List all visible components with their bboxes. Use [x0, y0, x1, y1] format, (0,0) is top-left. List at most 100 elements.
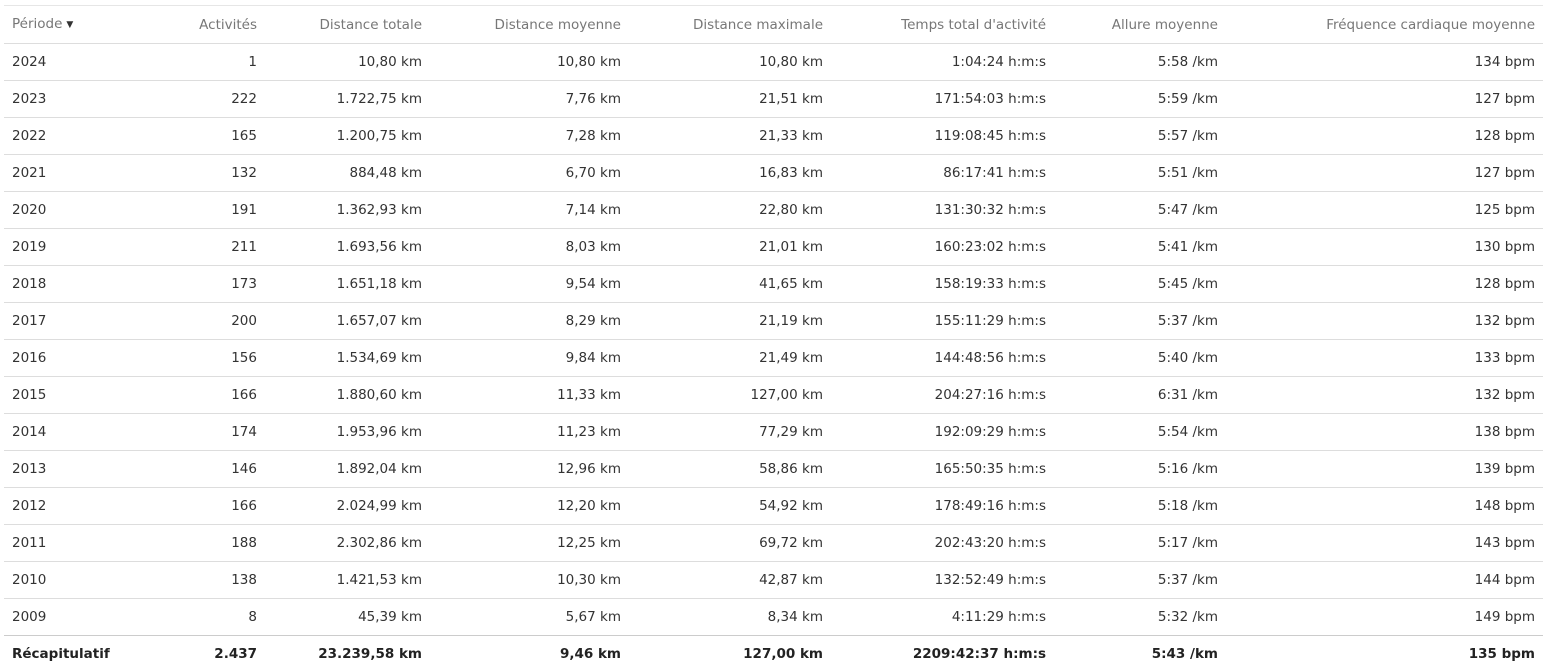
table-cell: 127 bpm: [1226, 81, 1543, 118]
table-cell: 160:23:02 h:m:s: [831, 229, 1054, 266]
table-cell: 11,33 km: [430, 377, 629, 414]
table-cell: 127,00 km: [629, 377, 831, 414]
table-cell: 21,51 km: [629, 81, 831, 118]
table-cell: 191: [149, 192, 265, 229]
table-cell: 200: [149, 303, 265, 340]
table-cell: 8: [149, 599, 265, 636]
column-header-distance-totale[interactable]: Distance totale: [265, 6, 430, 44]
table-cell: 148 bpm: [1226, 488, 1543, 525]
table-cell: 166: [149, 377, 265, 414]
table-cell: 1.892,04 km: [265, 451, 430, 488]
table-cell: 8,03 km: [430, 229, 629, 266]
summary-cell: 2.437: [149, 636, 265, 672]
column-header-periode[interactable]: Période▼: [4, 6, 149, 44]
table-cell: 171:54:03 h:m:s: [831, 81, 1054, 118]
table-row: 20181731.651,18 km9,54 km41,65 km158:19:…: [4, 266, 1543, 303]
column-header-temps-total[interactable]: Temps total d'activité: [831, 6, 1054, 44]
table-cell: 211: [149, 229, 265, 266]
table-row: 20192111.693,56 km8,03 km21,01 km160:23:…: [4, 229, 1543, 266]
table-cell: 5:16 /km: [1054, 451, 1226, 488]
table-cell: 128 bpm: [1226, 118, 1543, 155]
table-cell: 12,25 km: [430, 525, 629, 562]
column-header-frequence-cardiaque[interactable]: Fréquence cardiaque moyenne: [1226, 6, 1543, 44]
table-cell: 5:37 /km: [1054, 562, 1226, 599]
table-cell: 125 bpm: [1226, 192, 1543, 229]
table-cell: 1.534,69 km: [265, 340, 430, 377]
table-cell: 144:48:56 h:m:s: [831, 340, 1054, 377]
table-cell: 1.651,18 km: [265, 266, 430, 303]
table-row: 20121662.024,99 km12,20 km54,92 km178:49…: [4, 488, 1543, 525]
table-cell: 10,30 km: [430, 562, 629, 599]
table-cell: 139 bpm: [1226, 451, 1543, 488]
period-cell: 2014: [4, 414, 149, 451]
table-cell: 1.362,93 km: [265, 192, 430, 229]
table-row: 20131461.892,04 km12,96 km58,86 km165:50…: [4, 451, 1543, 488]
period-cell: 2024: [4, 44, 149, 81]
caret-down-icon[interactable]: ▼: [66, 7, 73, 43]
table-cell: 7,76 km: [430, 81, 629, 118]
table-cell: 132 bpm: [1226, 303, 1543, 340]
period-cell: 2009: [4, 599, 149, 636]
table-cell: 5:32 /km: [1054, 599, 1226, 636]
table-cell: 884,48 km: [265, 155, 430, 192]
table-cell: 1: [149, 44, 265, 81]
table-row: 20221651.200,75 km7,28 km21,33 km119:08:…: [4, 118, 1543, 155]
table-cell: 1.880,60 km: [265, 377, 430, 414]
table-cell: 222: [149, 81, 265, 118]
table-cell: 174: [149, 414, 265, 451]
table-cell: 16,83 km: [629, 155, 831, 192]
table-cell: 5:37 /km: [1054, 303, 1226, 340]
table-cell: 5:17 /km: [1054, 525, 1226, 562]
table-cell: 128 bpm: [1226, 266, 1543, 303]
table-cell: 143 bpm: [1226, 525, 1543, 562]
table-cell: 21,33 km: [629, 118, 831, 155]
table-cell: 10,80 km: [430, 44, 629, 81]
table-cell: 1.722,75 km: [265, 81, 430, 118]
table-row: 20232221.722,75 km7,76 km21,51 km171:54:…: [4, 81, 1543, 118]
table-cell: 58,86 km: [629, 451, 831, 488]
table-row: 20151661.880,60 km11,33 km127,00 km204:2…: [4, 377, 1543, 414]
table-cell: 119:08:45 h:m:s: [831, 118, 1054, 155]
table-cell: 41,65 km: [629, 266, 831, 303]
period-cell: 2018: [4, 266, 149, 303]
table-row: 2024110,80 km10,80 km10,80 km1:04:24 h:m…: [4, 44, 1543, 81]
column-header-distance-moyenne[interactable]: Distance moyenne: [430, 6, 629, 44]
column-header-activites[interactable]: Activités: [149, 6, 265, 44]
stats-table: Période▼ Activités Distance totale Dista…: [4, 5, 1543, 672]
table-cell: 1:04:24 h:m:s: [831, 44, 1054, 81]
column-header-distance-maximale[interactable]: Distance maximale: [629, 6, 831, 44]
column-header-allure-moyenne[interactable]: Allure moyenne: [1054, 6, 1226, 44]
table-row: 20111882.302,86 km12,25 km69,72 km202:43…: [4, 525, 1543, 562]
period-cell: 2022: [4, 118, 149, 155]
table-cell: 149 bpm: [1226, 599, 1543, 636]
table-cell: 178:49:16 h:m:s: [831, 488, 1054, 525]
table-cell: 131:30:32 h:m:s: [831, 192, 1054, 229]
table-cell: 204:27:16 h:m:s: [831, 377, 1054, 414]
table-cell: 5:51 /km: [1054, 155, 1226, 192]
table-cell: 1.953,96 km: [265, 414, 430, 451]
table-cell: 45,39 km: [265, 599, 430, 636]
table-cell: 156: [149, 340, 265, 377]
table-cell: 69,72 km: [629, 525, 831, 562]
summary-cell: Récapitulatif: [4, 636, 149, 672]
summary-cell: 127,00 km: [629, 636, 831, 672]
summary-row: Récapitulatif 2.437 23.239,58 km 9,46 km…: [4, 636, 1543, 672]
table-cell: 21,19 km: [629, 303, 831, 340]
table-cell: 146: [149, 451, 265, 488]
table-cell: 5:54 /km: [1054, 414, 1226, 451]
table-cell: 132:52:49 h:m:s: [831, 562, 1054, 599]
table-cell: 12,96 km: [430, 451, 629, 488]
table-cell: 11,23 km: [430, 414, 629, 451]
table-cell: 138 bpm: [1226, 414, 1543, 451]
table-cell: 1.657,07 km: [265, 303, 430, 340]
table-cell: 173: [149, 266, 265, 303]
table-row: 2021132884,48 km6,70 km16,83 km86:17:41 …: [4, 155, 1543, 192]
table-cell: 5:58 /km: [1054, 44, 1226, 81]
table-cell: 158:19:33 h:m:s: [831, 266, 1054, 303]
table-cell: 130 bpm: [1226, 229, 1543, 266]
table-row: 20161561.534,69 km9,84 km21,49 km144:48:…: [4, 340, 1543, 377]
table-cell: 5:57 /km: [1054, 118, 1226, 155]
table-cell: 10,80 km: [265, 44, 430, 81]
table-cell: 166: [149, 488, 265, 525]
table-cell: 202:43:20 h:m:s: [831, 525, 1054, 562]
